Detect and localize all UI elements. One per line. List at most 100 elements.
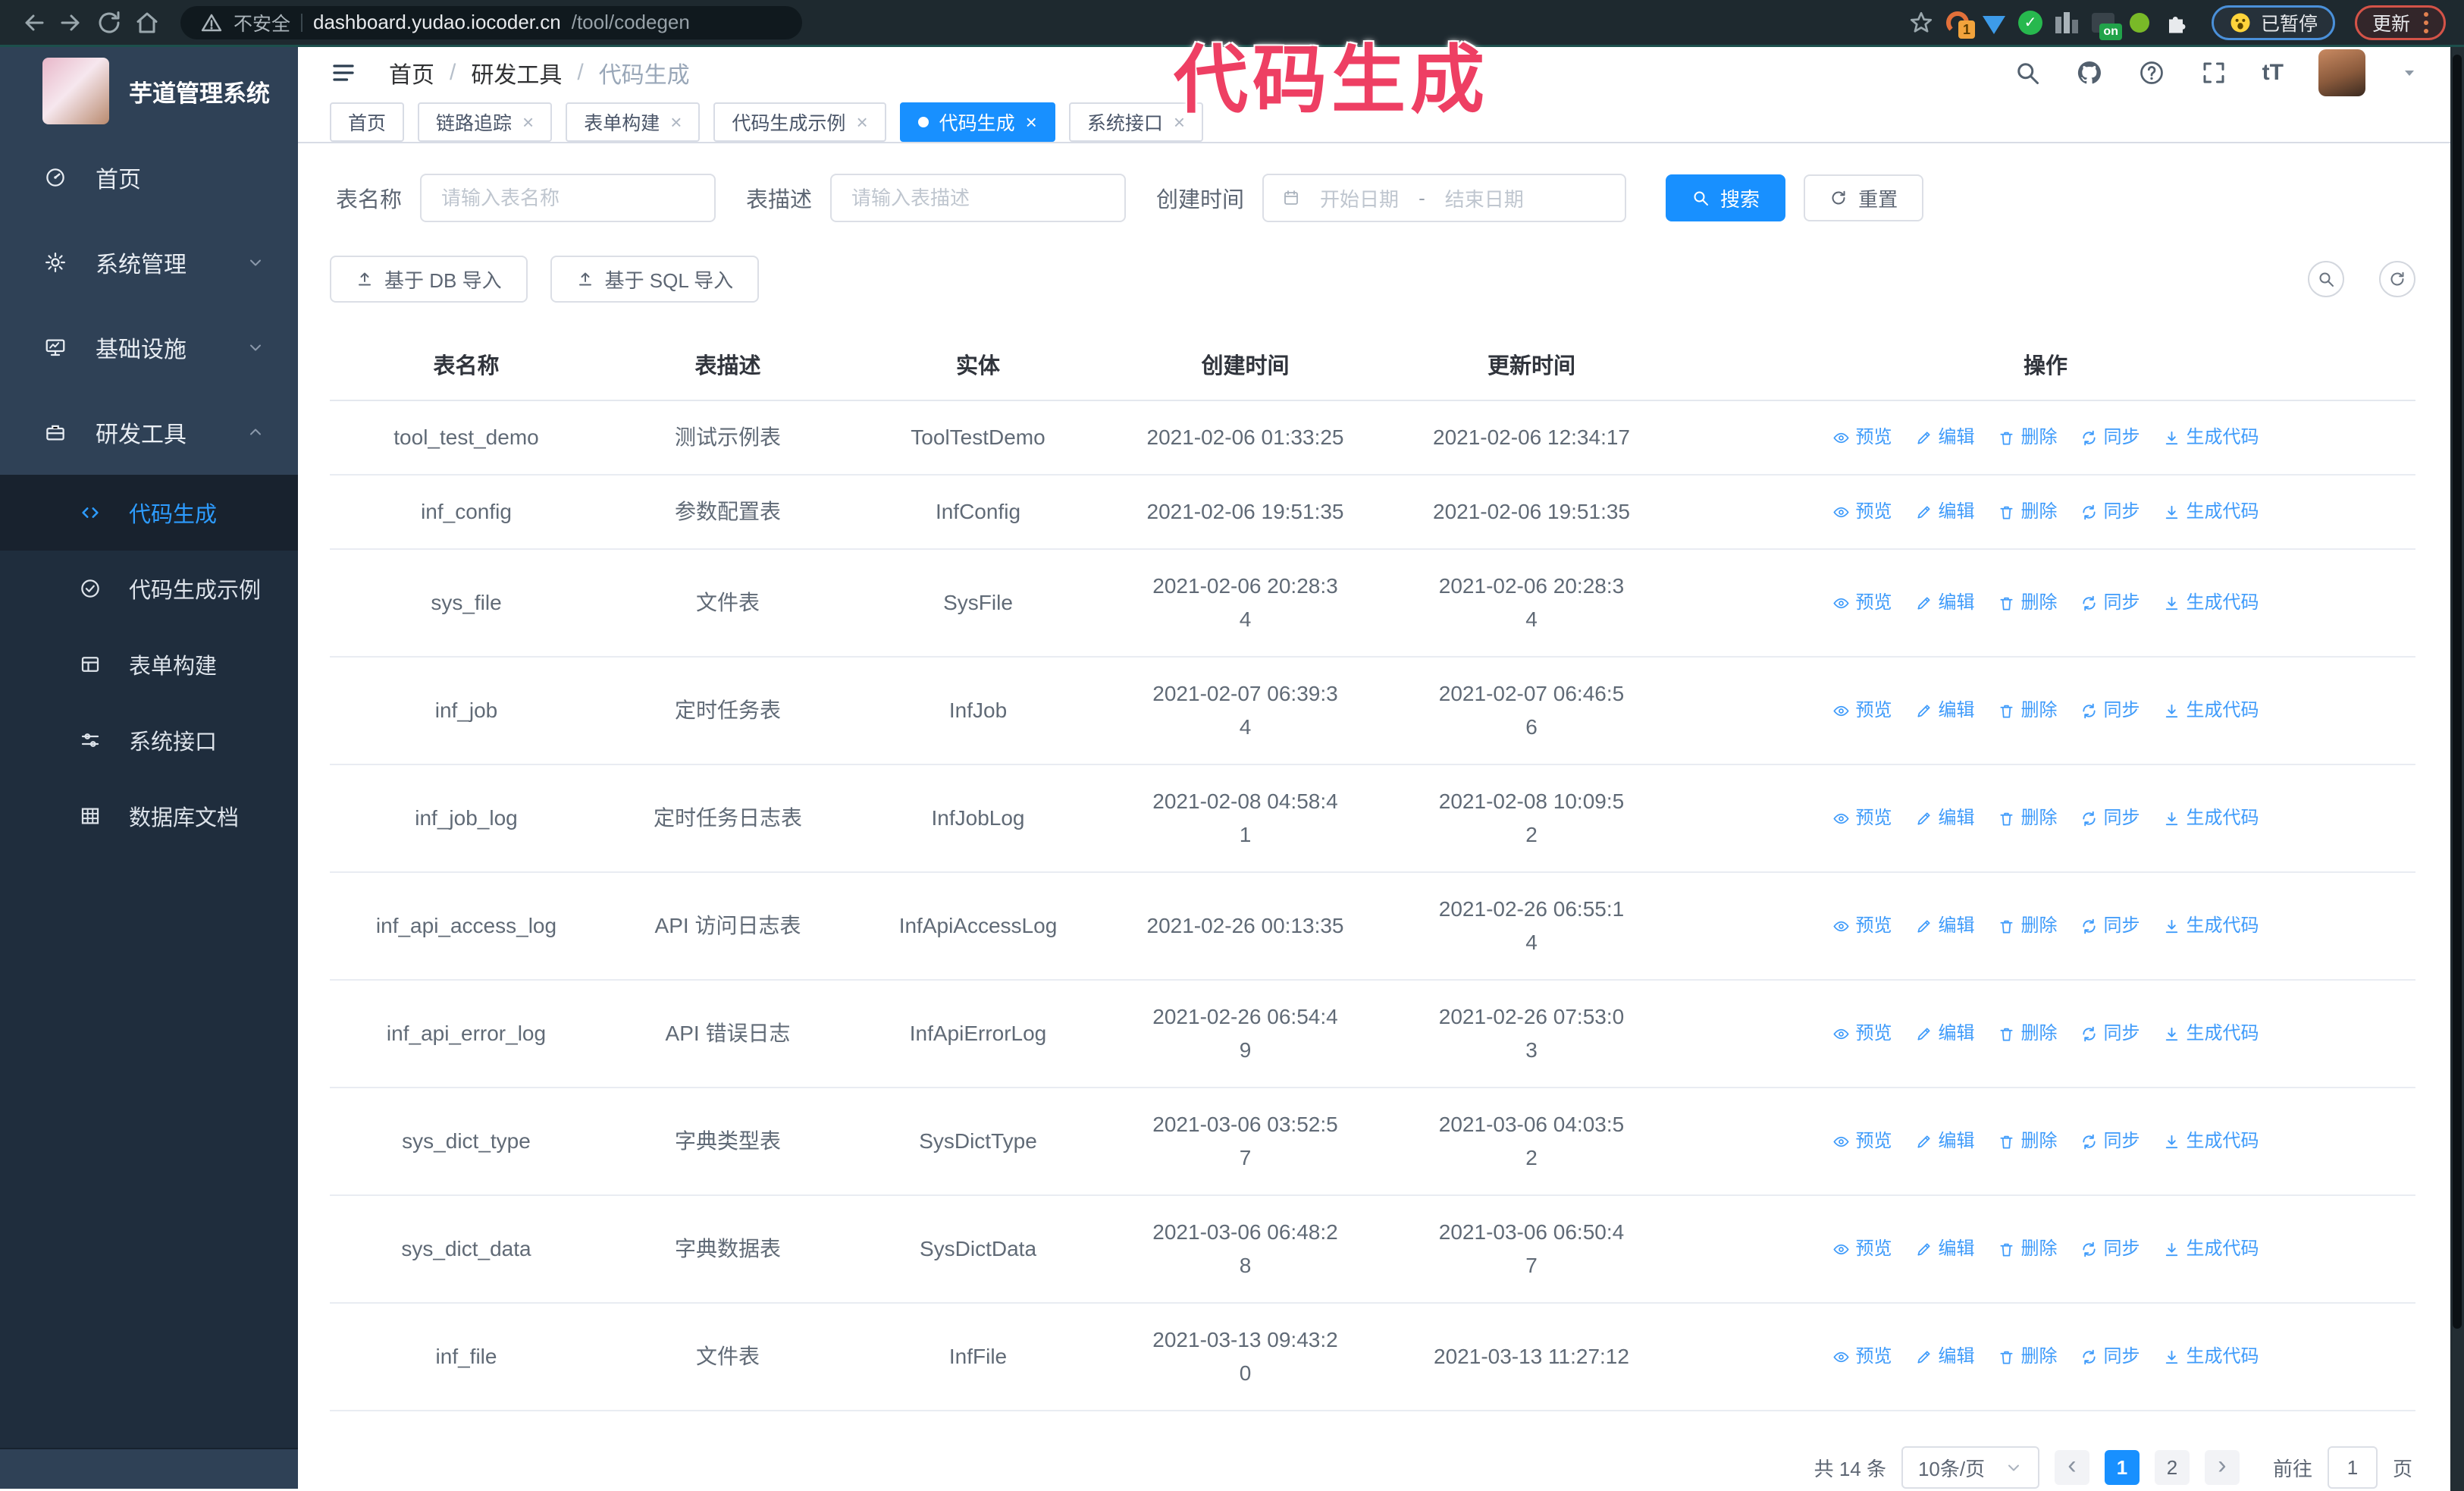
breadcrumb-devtools[interactable]: 研发工具 [471, 56, 562, 89]
breadcrumb-home[interactable]: 首页 [389, 56, 434, 89]
generate-code-link[interactable]: 生成代码 [2163, 1340, 2259, 1373]
sidebar-item-infra[interactable]: 基础设施 [0, 305, 298, 390]
preview-link[interactable]: 预览 [1832, 1017, 1892, 1050]
delete-link[interactable]: 删除 [1998, 1340, 2058, 1373]
preview-link[interactable]: 预览 [1832, 1125, 1892, 1158]
sidebar-item-form-builder[interactable]: 表单构建 [0, 626, 298, 702]
profile-paused-badge[interactable]: 已暂停 [2211, 5, 2335, 40]
browser-update-button[interactable]: 更新 [2354, 5, 2446, 40]
github-icon[interactable] [2076, 59, 2103, 86]
page-size-select[interactable]: 10条/页 [1901, 1446, 2039, 1489]
extensions-puzzle-icon[interactable] [2161, 8, 2190, 37]
sidebar-item-home[interactable]: 首页 [0, 135, 298, 220]
browser-back-button[interactable] [18, 8, 49, 38]
edit-link[interactable]: 编辑 [1915, 802, 1975, 835]
page-button-1[interactable]: 1 [2104, 1450, 2140, 1485]
edit-link[interactable]: 编辑 [1915, 694, 1975, 727]
preview-link[interactable]: 预览 [1832, 1340, 1892, 1373]
extension-key-icon[interactable] [2125, 8, 2154, 37]
user-avatar[interactable] [2318, 49, 2365, 96]
sidebar-item-codegen-example[interactable]: 代码生成示例 [0, 551, 298, 626]
font-size-icon[interactable]: tT [2262, 60, 2284, 86]
tab[interactable]: 首页 [330, 102, 405, 142]
delete-link[interactable]: 删除 [1998, 909, 2058, 943]
edit-link[interactable]: 编辑 [1915, 421, 1975, 454]
generate-code-link[interactable]: 生成代码 [2163, 909, 2259, 943]
sync-link[interactable]: 同步 [2080, 909, 2140, 943]
preview-link[interactable]: 预览 [1832, 421, 1892, 454]
help-icon[interactable] [2138, 59, 2165, 86]
app-logo[interactable]: 芋道管理系统 [0, 47, 298, 135]
address-bar[interactable]: 不安全 dashboard.yudao.iocoder.cn/tool/code… [180, 5, 802, 39]
generate-code-link[interactable]: 生成代码 [2163, 586, 2259, 620]
tab[interactable]: 代码生成示例 × [713, 102, 886, 142]
sync-link[interactable]: 同步 [2080, 586, 2140, 620]
delete-link[interactable]: 删除 [1998, 421, 2058, 454]
sync-link[interactable]: 同步 [2080, 1340, 2140, 1373]
caret-down-icon[interactable] [2400, 64, 2419, 82]
prev-page-button[interactable]: ‹ [2054, 1450, 2089, 1485]
generate-code-link[interactable]: 生成代码 [2163, 1017, 2259, 1050]
generate-code-link[interactable]: 生成代码 [2163, 694, 2259, 727]
sidebar-item-system[interactable]: 系统管理 [0, 220, 298, 305]
extension-green-check-icon[interactable]: ✓ [2016, 8, 2045, 37]
toggle-search-button[interactable] [2308, 261, 2344, 297]
browser-reload-button[interactable] [94, 8, 124, 38]
delete-link[interactable]: 删除 [1998, 694, 2058, 727]
edit-link[interactable]: 编辑 [1915, 1125, 1975, 1158]
edit-link[interactable]: 编辑 [1915, 1017, 1975, 1050]
tab-close-icon[interactable]: × [670, 112, 682, 132]
fullscreen-icon[interactable] [2200, 59, 2227, 86]
delete-link[interactable]: 删除 [1998, 1232, 2058, 1266]
date-range-picker[interactable]: 开始日期 - 结束日期 [1262, 174, 1627, 222]
sidebar-item-system-api[interactable]: 系统接口 [0, 702, 298, 778]
sidebar-item-db-doc[interactable]: 数据库文档 [0, 778, 298, 854]
search-icon[interactable] [2014, 59, 2041, 86]
sync-link[interactable]: 同步 [2080, 495, 2140, 529]
preview-link[interactable]: 预览 [1832, 694, 1892, 727]
sidebar-item-codegen[interactable]: 代码生成 [0, 475, 298, 551]
import-sql-button[interactable]: 基于 SQL 导入 [550, 256, 760, 303]
search-button[interactable]: 搜索 [1666, 174, 1786, 221]
browser-home-button[interactable] [132, 8, 162, 38]
extension-columns-icon[interactable] [2052, 8, 2081, 37]
scrollbar[interactable] [2450, 47, 2464, 1491]
generate-code-link[interactable]: 生成代码 [2163, 495, 2259, 529]
extension-orange-icon[interactable]: 1 [1943, 8, 1975, 39]
sync-link[interactable]: 同步 [2080, 421, 2140, 454]
generate-code-link[interactable]: 生成代码 [2163, 1125, 2259, 1158]
scrollbar-thumb[interactable] [2453, 55, 2462, 1329]
generate-code-link[interactable]: 生成代码 [2163, 1232, 2259, 1266]
preview-link[interactable]: 预览 [1832, 802, 1892, 835]
delete-link[interactable]: 删除 [1998, 1125, 2058, 1158]
edit-link[interactable]: 编辑 [1915, 1340, 1975, 1373]
delete-link[interactable]: 删除 [1998, 586, 2058, 620]
goto-page-input[interactable] [2327, 1446, 2378, 1489]
reset-button[interactable]: 重置 [1804, 174, 1924, 221]
delete-link[interactable]: 删除 [1998, 802, 2058, 835]
browser-menu-icon[interactable] [2424, 11, 2428, 33]
tab[interactable]: 链路追踪 × [418, 102, 553, 142]
generate-code-link[interactable]: 生成代码 [2163, 802, 2259, 835]
sidebar-item-devtools[interactable]: 研发工具 [0, 390, 298, 475]
browser-forward-button[interactable] [56, 8, 86, 38]
sync-link[interactable]: 同步 [2080, 1232, 2140, 1266]
tab[interactable]: 表单构建 × [566, 102, 701, 142]
preview-link[interactable]: 预览 [1832, 586, 1892, 620]
edit-link[interactable]: 编辑 [1915, 1232, 1975, 1266]
import-db-button[interactable]: 基于 DB 导入 [330, 256, 528, 303]
tab[interactable]: 代码生成 × [899, 102, 1055, 142]
edit-link[interactable]: 编辑 [1915, 495, 1975, 529]
extension-gem-icon[interactable] [1980, 8, 2008, 37]
bookmark-star-icon[interactable] [1907, 8, 1936, 37]
sync-link[interactable]: 同步 [2080, 694, 2140, 727]
preview-link[interactable]: 预览 [1832, 1232, 1892, 1266]
edit-link[interactable]: 编辑 [1915, 586, 1975, 620]
generate-code-link[interactable]: 生成代码 [2163, 421, 2259, 454]
tab-close-icon[interactable]: × [1026, 112, 1037, 132]
next-page-button[interactable]: › [2204, 1450, 2240, 1485]
refresh-table-button[interactable] [2379, 261, 2415, 297]
tab-close-icon[interactable]: × [856, 112, 867, 132]
extension-dark-icon[interactable]: on [2089, 8, 2122, 40]
table-name-input[interactable] [420, 174, 716, 222]
